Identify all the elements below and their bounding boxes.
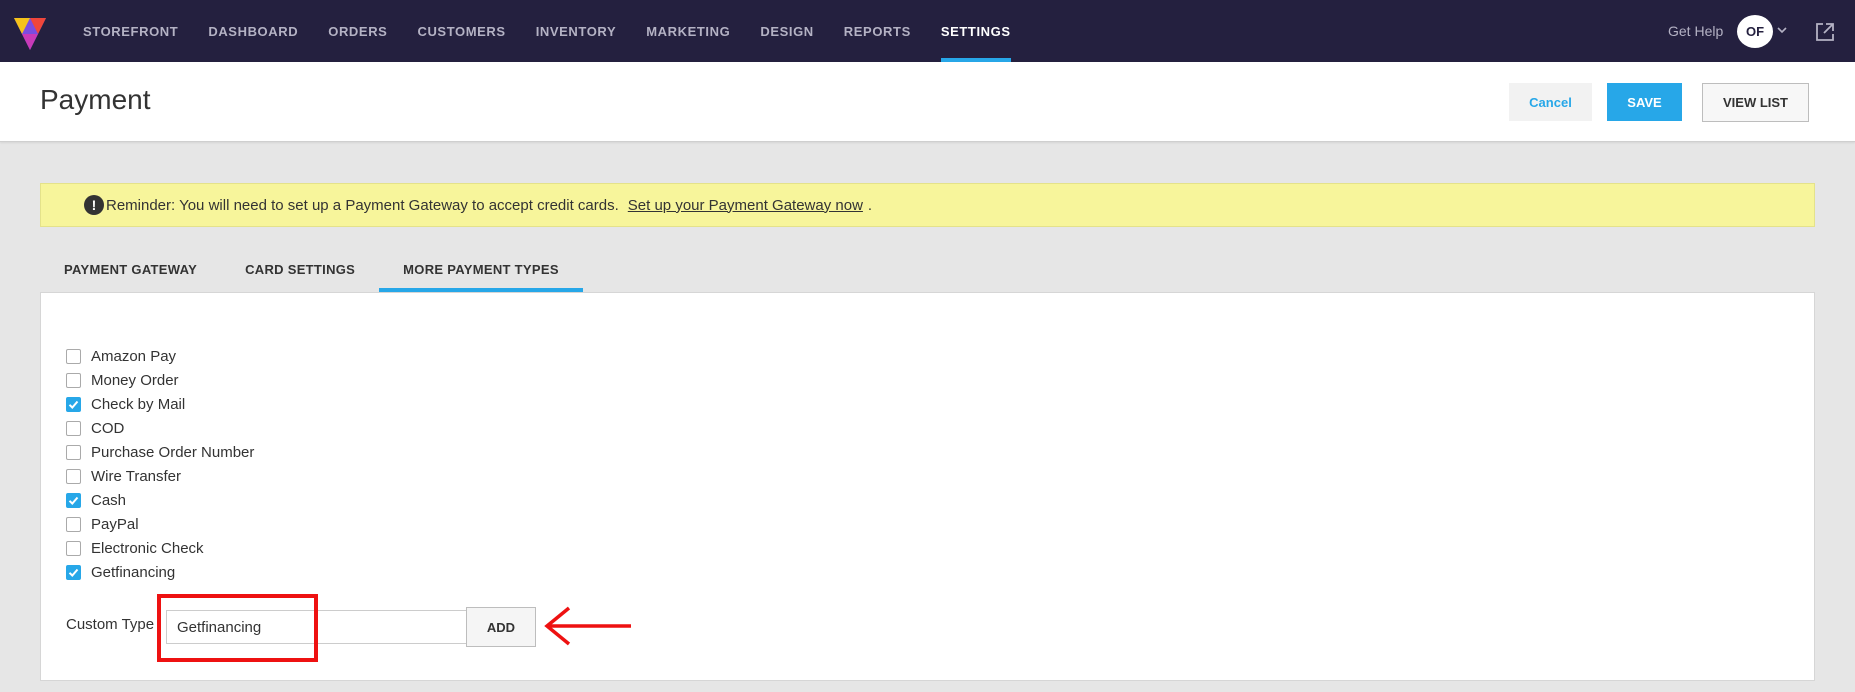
payment-type-item: COD xyxy=(66,416,254,440)
nav-item-reports[interactable]: REPORTS xyxy=(829,0,926,62)
nav-item-storefront[interactable]: STOREFRONT xyxy=(68,0,193,62)
more-payment-types-panel: Amazon Pay Money Order Check by Mail COD Pur… xyxy=(40,292,1815,681)
save-button[interactable]: SAVE xyxy=(1607,83,1682,121)
reminder-period: . xyxy=(867,196,873,214)
payment-type-checkbox[interactable] xyxy=(66,444,81,460)
payment-type-label[interactable]: Amazon Pay xyxy=(91,348,176,365)
payment-type-label[interactable]: Purchase Order Number xyxy=(91,444,254,461)
nav-item-design[interactable]: DESIGN xyxy=(745,0,828,62)
custom-type-input[interactable] xyxy=(166,610,502,644)
tab-card-settings[interactable]: CARD SETTINGS xyxy=(221,246,379,292)
nav-menu: STOREFRONT DASHBOARD ORDERS CUSTOMERS INVENT… xyxy=(68,0,1026,62)
payment-type-item: Amazon Pay xyxy=(66,344,254,368)
payment-type-label[interactable]: COD xyxy=(91,420,124,437)
payment-type-label[interactable]: Getfinancing xyxy=(91,564,175,581)
logo-icon[interactable] xyxy=(12,14,48,52)
payment-type-checkbox[interactable] xyxy=(66,516,81,532)
payment-type-item: Cash xyxy=(66,488,254,512)
checkmark-icon xyxy=(68,496,79,505)
payment-type-checkbox[interactable] xyxy=(66,564,81,580)
checkmark-icon xyxy=(68,568,79,577)
payment-type-item: Wire Transfer xyxy=(66,464,254,488)
custom-type-label: Custom Type xyxy=(66,616,155,633)
payment-type-list: Amazon Pay Money Order Check by Mail COD Pur… xyxy=(66,344,254,584)
tab-more-payment-types[interactable]: MORE PAYMENT TYPES xyxy=(379,246,583,292)
payment-type-label[interactable]: Electronic Check xyxy=(91,540,204,557)
payment-type-label[interactable]: Money Order xyxy=(91,372,179,389)
payment-type-item: Check by Mail xyxy=(66,392,254,416)
payment-type-label[interactable]: Wire Transfer xyxy=(91,468,181,485)
nav-item-orders[interactable]: ORDERS xyxy=(313,0,402,62)
payment-type-item: Purchase Order Number xyxy=(66,440,254,464)
payment-type-checkbox[interactable] xyxy=(66,396,81,412)
payment-tabs: PAYMENT GATEWAY CARD SETTINGS MORE PAYMENT… xyxy=(40,246,583,292)
setup-gateway-link[interactable]: Set up your Payment Gateway now xyxy=(628,197,863,214)
top-nav: STOREFRONT DASHBOARD ORDERS CUSTOMERS INVENT… xyxy=(0,0,1855,62)
payment-type-item: Getfinancing xyxy=(66,560,254,584)
user-avatar[interactable]: OF xyxy=(1737,15,1773,48)
warning-icon: ! xyxy=(84,195,104,215)
external-link-icon[interactable] xyxy=(1815,22,1835,42)
payment-type-checkbox[interactable] xyxy=(66,492,81,508)
page-header: Payment Cancel SAVE VIEW LIST xyxy=(0,62,1855,142)
payment-type-checkbox[interactable] xyxy=(66,348,81,364)
payment-type-item: Money Order xyxy=(66,368,254,392)
payment-type-checkbox[interactable] xyxy=(66,540,81,556)
chevron-down-icon[interactable] xyxy=(1776,24,1788,36)
reminder-text: Reminder: You will need to set up a Paym… xyxy=(106,196,619,214)
add-button[interactable]: ADD xyxy=(466,607,536,647)
nav-item-inventory[interactable]: INVENTORY xyxy=(521,0,632,62)
reminder-banner: ! Reminder: You will need to set up a Pa… xyxy=(40,183,1815,227)
page-title: Payment xyxy=(40,84,151,115)
tab-payment-gateway[interactable]: PAYMENT GATEWAY xyxy=(40,246,221,292)
cancel-button[interactable]: Cancel xyxy=(1509,83,1592,121)
nav-item-customers[interactable]: CUSTOMERS xyxy=(402,0,520,62)
payment-type-label[interactable]: Check by Mail xyxy=(91,396,185,413)
payment-type-label[interactable]: PayPal xyxy=(91,516,139,533)
payment-type-item: PayPal xyxy=(66,512,254,536)
view-list-button[interactable]: VIEW LIST xyxy=(1702,83,1809,122)
checkmark-icon xyxy=(68,400,79,409)
nav-item-settings[interactable]: SETTINGS xyxy=(926,0,1026,62)
get-help-link[interactable]: Get Help xyxy=(1668,23,1723,39)
payment-type-checkbox[interactable] xyxy=(66,372,81,388)
payment-type-item: Electronic Check xyxy=(66,536,254,560)
payment-type-checkbox[interactable] xyxy=(66,420,81,436)
payment-type-checkbox[interactable] xyxy=(66,468,81,484)
nav-item-marketing[interactable]: MARKETING xyxy=(631,0,745,62)
nav-item-dashboard[interactable]: DASHBOARD xyxy=(193,0,313,62)
payment-type-label[interactable]: Cash xyxy=(91,492,126,509)
